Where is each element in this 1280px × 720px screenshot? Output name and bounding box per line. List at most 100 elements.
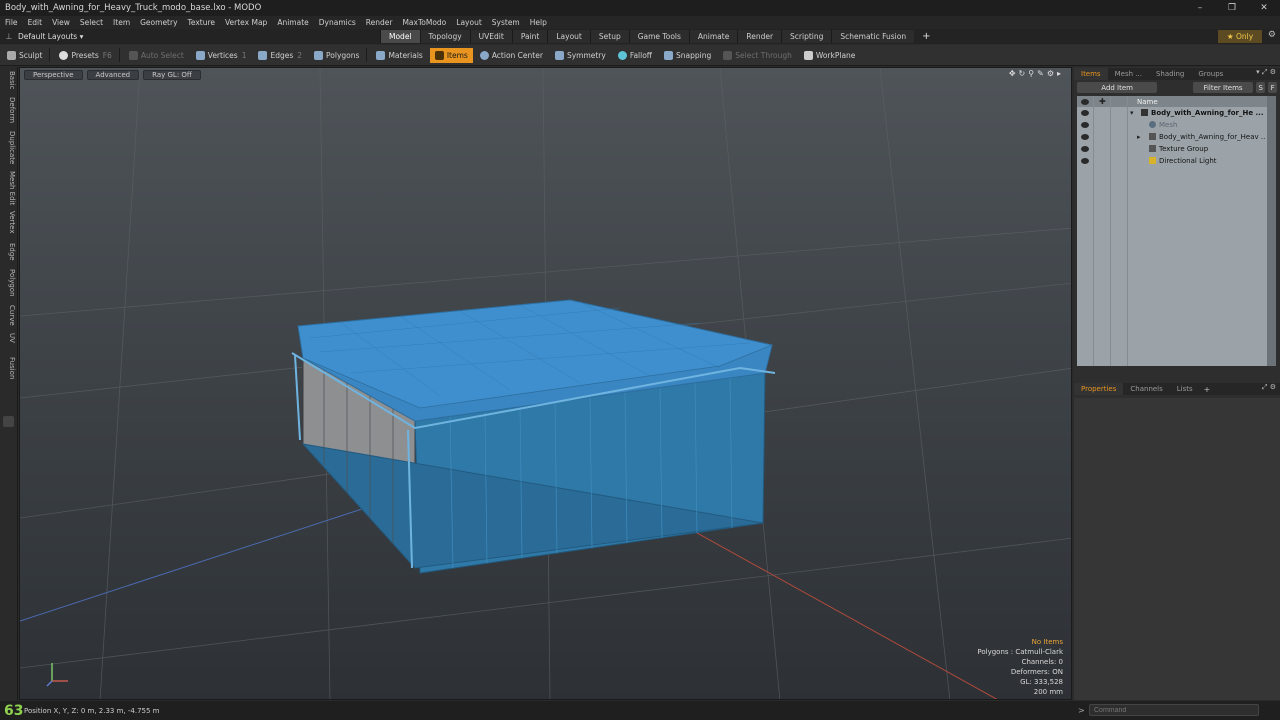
menu-render[interactable]: Render: [361, 18, 398, 27]
tab-model[interactable]: Model: [380, 30, 420, 43]
viewport-perspective-menu[interactable]: Perspective: [24, 69, 83, 80]
workplane-button[interactable]: WorkPlane: [799, 48, 861, 63]
eye-icon[interactable]: [1081, 122, 1089, 128]
close-icon[interactable]: ✕: [1248, 0, 1280, 16]
layouts-selector[interactable]: ⊥ Default Layouts ▾: [0, 32, 380, 41]
filter-items-button[interactable]: Filter Items: [1192, 82, 1254, 93]
left-tab-vertex[interactable]: Vertex: [2, 211, 16, 234]
snapping-button[interactable]: Snapping: [659, 48, 716, 63]
eye-icon[interactable]: [1081, 110, 1089, 116]
item-row[interactable]: Texture Group: [1077, 143, 1267, 155]
left-tab-edge[interactable]: Edge: [2, 243, 16, 261]
falloff-button[interactable]: Falloff: [613, 48, 657, 63]
expand-icon[interactable]: ▸: [1137, 133, 1141, 141]
action-center-button[interactable]: Action Center: [475, 48, 548, 63]
vertices-button[interactable]: Vertices 1: [191, 48, 252, 63]
menu-file[interactable]: File: [0, 18, 23, 27]
fit-view-icon[interactable]: ✎: [1037, 69, 1044, 78]
layouts-dropdown[interactable]: Default Layouts ▾: [18, 32, 83, 41]
tab-schematic-fusion[interactable]: Schematic Fusion: [831, 30, 915, 43]
viewport-gear-icon[interactable]: ⚙: [1047, 69, 1054, 78]
menu-maxtomodo[interactable]: MaxToModo: [397, 18, 451, 27]
tab-mesh[interactable]: Mesh ...: [1108, 68, 1149, 80]
3d-viewport[interactable]: Perspective Advanced Ray GL: Off ✥ ↻ ⚲ ✎…: [19, 67, 1072, 700]
tab-properties[interactable]: Properties: [1074, 383, 1124, 395]
name-column-header[interactable]: Name: [1137, 98, 1158, 106]
left-tab-curve[interactable]: Curve: [2, 305, 16, 326]
materials-button[interactable]: Materials: [371, 48, 427, 63]
tab-groups[interactable]: Groups: [1191, 68, 1230, 80]
symmetry-button[interactable]: Symmetry: [550, 48, 611, 63]
menu-view[interactable]: View: [47, 18, 75, 27]
edges-button[interactable]: Edges 2: [253, 48, 307, 63]
panel-controls-icon[interactable]: ▾ ⤢ ⚙: [1256, 68, 1276, 77]
command-input[interactable]: [1089, 704, 1259, 716]
polygons-button[interactable]: Polygons: [309, 48, 364, 63]
presets-button[interactable]: Presets F6: [54, 48, 116, 63]
command-expand-icon[interactable]: >: [1078, 706, 1085, 715]
left-tab-basic[interactable]: Basic: [2, 71, 16, 90]
auto-select-button[interactable]: Auto Select: [124, 48, 189, 63]
zoom-view-icon[interactable]: ⚲: [1028, 69, 1034, 78]
tab-game-tools[interactable]: Game Tools: [628, 30, 689, 43]
item-list-scrollbar[interactable]: [1267, 96, 1276, 366]
tab-items[interactable]: Items: [1074, 68, 1108, 80]
tab-animate[interactable]: Animate: [688, 30, 738, 43]
viewport-expand-icon[interactable]: ▸: [1057, 69, 1061, 78]
menu-animate[interactable]: Animate: [272, 18, 313, 27]
add-panel-tab-icon[interactable]: +: [1200, 385, 1215, 394]
rotate-view-icon[interactable]: ↻: [1019, 69, 1026, 78]
s-toggle[interactable]: S: [1256, 82, 1266, 93]
item-row[interactable]: ▾ Body_with_Awning_for_He ...: [1077, 107, 1267, 119]
tab-layout[interactable]: Layout: [547, 30, 590, 43]
only-toggle[interactable]: ★ Only: [1218, 30, 1262, 43]
tab-channels[interactable]: Channels: [1123, 383, 1169, 395]
tab-uvedit[interactable]: UVEdit: [469, 30, 512, 43]
add-item-button[interactable]: Add Item: [1077, 82, 1158, 93]
tab-paint[interactable]: Paint: [511, 30, 548, 43]
panel-controls-icon[interactable]: ⤢ ⚙: [1262, 383, 1276, 392]
move-view-icon[interactable]: ✥: [1009, 69, 1016, 78]
gear-icon[interactable]: ⚙: [1268, 30, 1276, 40]
sculpt-button[interactable]: Sculpt: [2, 48, 47, 63]
f-toggle[interactable]: F: [1268, 82, 1277, 93]
select-through-button[interactable]: Select Through: [718, 48, 797, 63]
menu-item[interactable]: Item: [108, 18, 135, 27]
item-row[interactable]: Mesh: [1077, 119, 1267, 131]
menu-layout[interactable]: Layout: [451, 18, 487, 27]
item-row[interactable]: Directional Light: [1077, 155, 1267, 167]
menu-vertex-map[interactable]: Vertex Map: [220, 18, 272, 27]
menu-edit[interactable]: Edit: [23, 18, 48, 27]
item-row[interactable]: ▸ Body_with_Awning_for_Heav ...: [1077, 131, 1267, 143]
viewport-shading-menu[interactable]: Advanced: [86, 69, 140, 80]
menu-help[interactable]: Help: [525, 18, 552, 27]
maximize-icon[interactable]: ❐: [1216, 0, 1248, 16]
tab-shading[interactable]: Shading: [1149, 68, 1191, 80]
menu-geometry[interactable]: Geometry: [135, 18, 182, 27]
pin-icon[interactable]: ⊥: [0, 32, 18, 41]
tab-topology[interactable]: Topology: [419, 30, 470, 43]
menu-texture[interactable]: Texture: [183, 18, 220, 27]
left-tab-fusion[interactable]: Fusion: [2, 357, 16, 379]
eye-icon[interactable]: [1081, 146, 1089, 152]
tab-setup[interactable]: Setup: [589, 30, 629, 43]
add-tab-icon[interactable]: +: [914, 31, 938, 42]
minimize-icon[interactable]: –: [1184, 0, 1216, 16]
left-tab-mesh-edit[interactable]: Mesh Edit: [2, 171, 16, 205]
eye-icon[interactable]: [1081, 158, 1089, 164]
tab-scripting[interactable]: Scripting: [781, 30, 832, 43]
expand-icon[interactable]: ▾: [1130, 109, 1134, 117]
menu-select[interactable]: Select: [75, 18, 108, 27]
viewport-raygl-menu[interactable]: Ray GL: Off: [143, 69, 201, 80]
tab-lists[interactable]: Lists: [1170, 383, 1200, 395]
left-tab-deform[interactable]: Deform: [2, 97, 16, 123]
toolbox-toggle-icon[interactable]: [3, 416, 14, 427]
eye-icon[interactable]: [1081, 134, 1089, 140]
items-mode-button[interactable]: Items: [429, 47, 473, 63]
menu-system[interactable]: System: [487, 18, 525, 27]
left-tab-duplicate[interactable]: Duplicate: [2, 131, 16, 164]
menu-dynamics[interactable]: Dynamics: [314, 18, 361, 27]
tab-render[interactable]: Render: [737, 30, 782, 43]
left-tab-uv[interactable]: UV: [2, 333, 16, 343]
left-tab-polygon[interactable]: Polygon: [2, 269, 16, 297]
